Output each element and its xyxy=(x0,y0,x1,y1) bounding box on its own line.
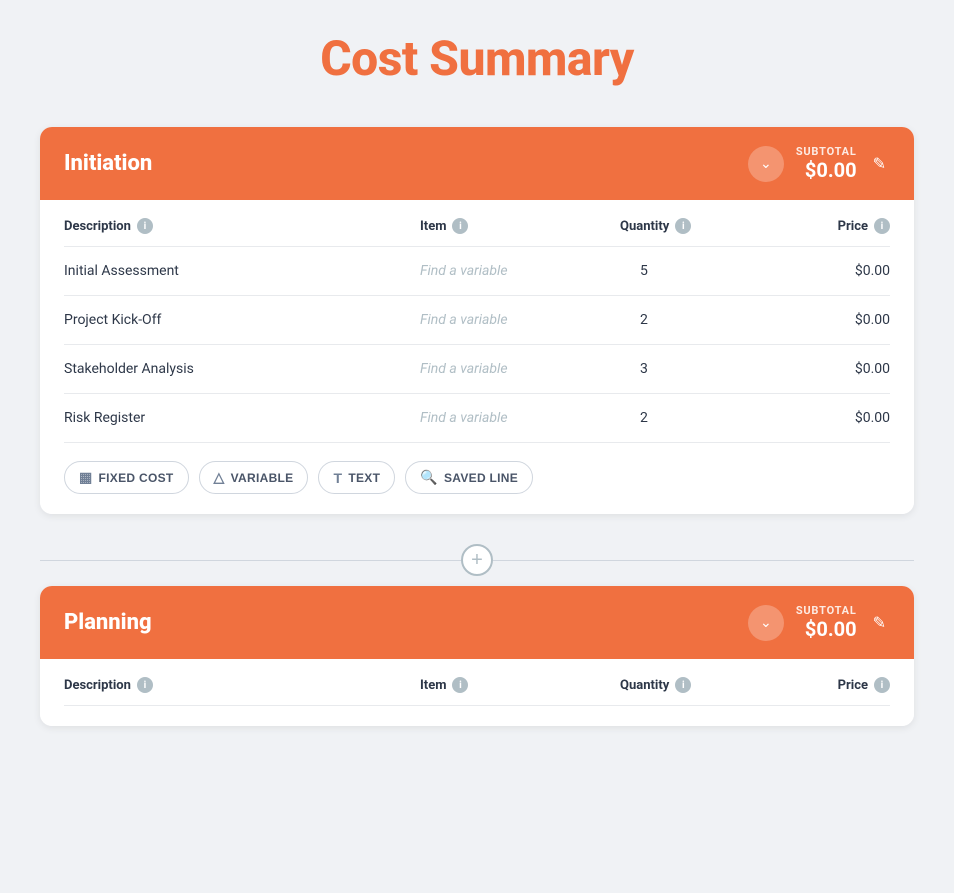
planning-col-header-item: Item i xyxy=(420,677,620,693)
planning-col-header-price: Price i xyxy=(770,677,890,693)
variable-icon: △ xyxy=(214,469,225,486)
planning-col-header-quantity: Quantity i xyxy=(620,677,770,693)
initiation-subtotal-block: SUBTOTAL $0.00 xyxy=(796,145,857,182)
add-text-button[interactable]: T TEXT xyxy=(318,461,395,494)
planning-description-info-icon[interactable]: i xyxy=(137,677,153,693)
col-header-description: Description i xyxy=(64,218,420,234)
planning-chevron-button[interactable]: ⌄ xyxy=(748,605,784,641)
table-row: Project Kick-Off Find a variable 2 $0.00 xyxy=(64,296,890,345)
planning-header-right: ⌄ SUBTOTAL $0.00 ✎ xyxy=(748,604,890,641)
page-title: Cost Summary xyxy=(40,30,914,87)
initiation-title: Initiation xyxy=(64,151,152,176)
initiation-body: Description i Item i Quantity i Price i xyxy=(40,200,914,514)
row-price: $0.00 xyxy=(770,361,890,377)
divider-line-left xyxy=(40,560,461,561)
fixed-cost-icon: ▦ xyxy=(79,469,93,486)
description-info-icon[interactable]: i xyxy=(137,218,153,234)
planning-body: Description i Item i Quantity i Price i xyxy=(40,659,914,726)
planning-header: Planning ⌄ SUBTOTAL $0.00 ✎ xyxy=(40,586,914,659)
planning-subtotal-value: $0.00 xyxy=(796,617,857,641)
row-price: $0.00 xyxy=(770,410,890,426)
row-price: $0.00 xyxy=(770,263,890,279)
add-section-button[interactable]: + xyxy=(461,544,493,576)
row-item[interactable]: Find a variable xyxy=(420,312,620,328)
add-buttons-group: ▦ FIXED COST △ VARIABLE T TEXT 🔍 SAVED L… xyxy=(64,443,890,494)
add-fixed-cost-button[interactable]: ▦ FIXED COST xyxy=(64,461,189,494)
row-quantity: 3 xyxy=(620,361,770,377)
table-row: Initial Assessment Find a variable 5 $0.… xyxy=(64,247,890,296)
planning-col-header-description: Description i xyxy=(64,677,420,693)
initiation-header: Initiation ⌄ SUBTOTAL $0.00 ✎ xyxy=(40,127,914,200)
row-description: Initial Assessment xyxy=(64,263,420,279)
planning-quantity-info-icon[interactable]: i xyxy=(675,677,691,693)
divider-line-right xyxy=(493,560,914,561)
planning-price-info-icon[interactable]: i xyxy=(874,677,890,693)
initiation-subtotal-value: $0.00 xyxy=(796,158,857,182)
initiation-table-header: Description i Item i Quantity i Price i xyxy=(64,200,890,247)
table-row: Stakeholder Analysis Find a variable 3 $… xyxy=(64,345,890,394)
initiation-header-right: ⌄ SUBTOTAL $0.00 ✎ xyxy=(748,145,890,182)
initiation-edit-button[interactable]: ✎ xyxy=(869,150,890,178)
col-header-quantity: Quantity i xyxy=(620,218,770,234)
planning-subtotal-block: SUBTOTAL $0.00 xyxy=(796,604,857,641)
initiation-section: Initiation ⌄ SUBTOTAL $0.00 ✎ Descriptio… xyxy=(40,127,914,514)
row-description: Project Kick-Off xyxy=(64,312,420,328)
row-item[interactable]: Find a variable xyxy=(420,361,620,377)
price-info-icon[interactable]: i xyxy=(874,218,890,234)
initiation-chevron-button[interactable]: ⌄ xyxy=(748,146,784,182)
row-description: Risk Register xyxy=(64,410,420,426)
row-description: Stakeholder Analysis xyxy=(64,361,420,377)
table-row: Risk Register Find a variable 2 $0.00 xyxy=(64,394,890,443)
row-item[interactable]: Find a variable xyxy=(420,410,620,426)
row-item[interactable]: Find a variable xyxy=(420,263,620,279)
add-variable-button[interactable]: △ VARIABLE xyxy=(199,461,309,494)
saved-line-icon: 🔍 xyxy=(420,469,438,486)
add-section-divider: + xyxy=(40,534,914,586)
text-icon: T xyxy=(333,470,342,486)
planning-table-header: Description i Item i Quantity i Price i xyxy=(64,659,890,706)
add-saved-line-button[interactable]: 🔍 SAVED LINE xyxy=(405,461,533,494)
row-quantity: 2 xyxy=(620,410,770,426)
row-quantity: 2 xyxy=(620,312,770,328)
planning-title: Planning xyxy=(64,610,152,635)
planning-edit-button[interactable]: ✎ xyxy=(869,609,890,637)
item-info-icon[interactable]: i xyxy=(452,218,468,234)
planning-section: Planning ⌄ SUBTOTAL $0.00 ✎ Description … xyxy=(40,586,914,726)
initiation-subtotal-label: SUBTOTAL xyxy=(796,145,857,158)
row-quantity: 5 xyxy=(620,263,770,279)
row-price: $0.00 xyxy=(770,312,890,328)
planning-subtotal-label: SUBTOTAL xyxy=(796,604,857,617)
quantity-info-icon[interactable]: i xyxy=(675,218,691,234)
col-header-item: Item i xyxy=(420,218,620,234)
col-header-price: Price i xyxy=(770,218,890,234)
planning-item-info-icon[interactable]: i xyxy=(452,677,468,693)
